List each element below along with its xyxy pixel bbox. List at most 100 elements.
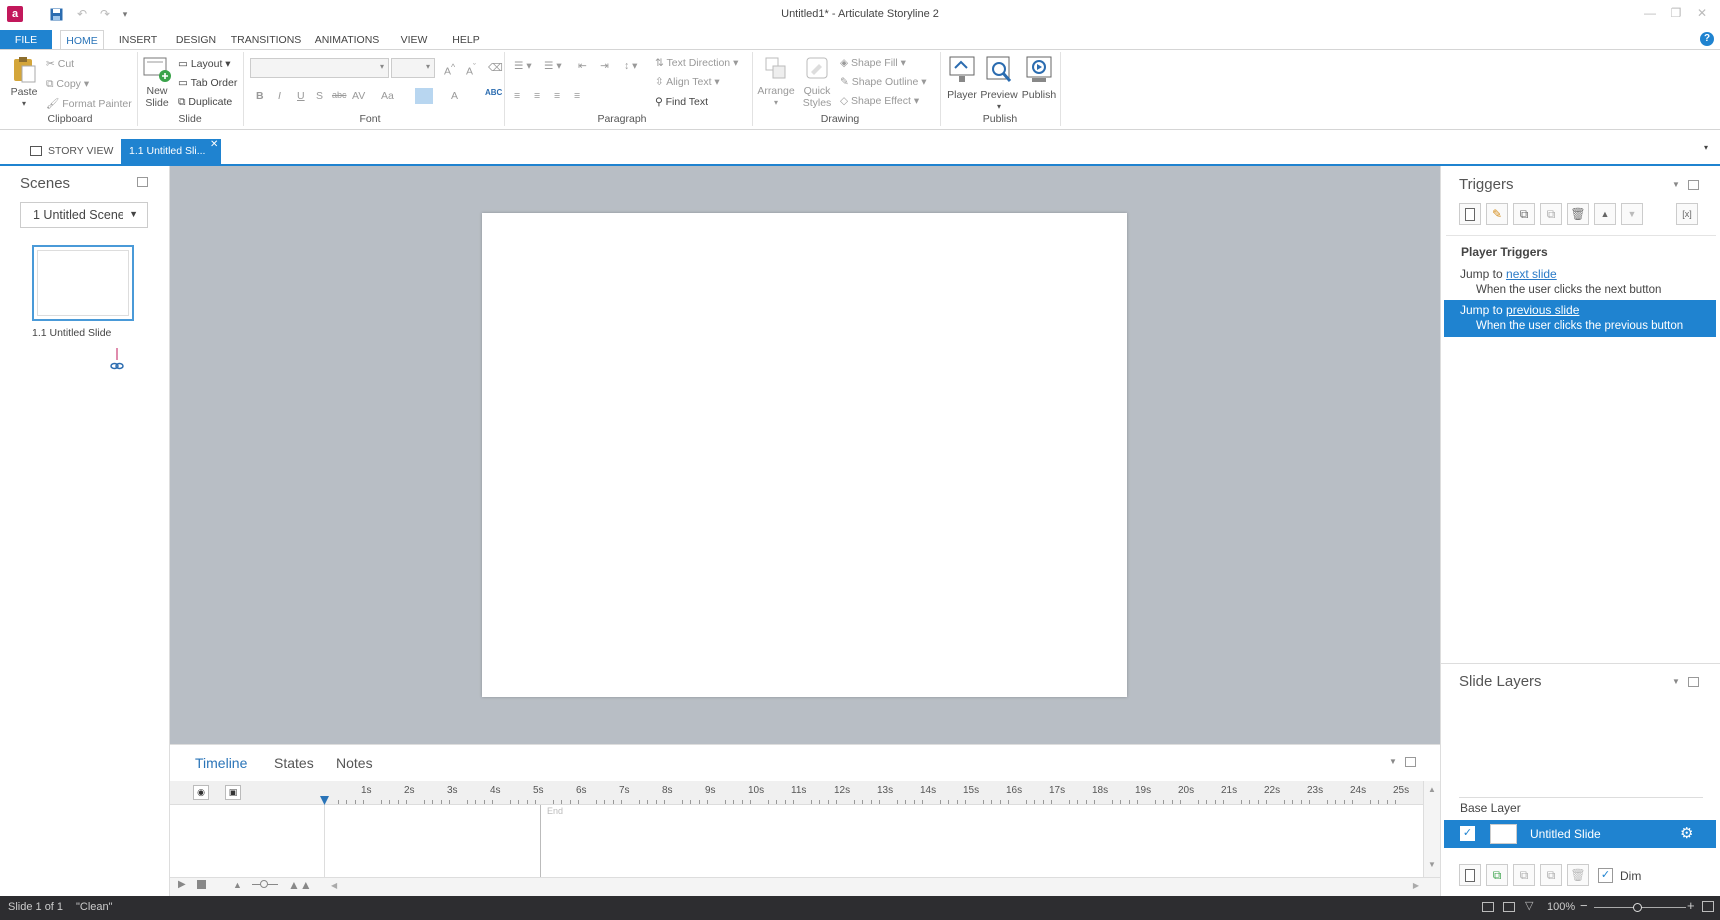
cut-button[interactable]: ✂ Cut [46,58,74,70]
paste-dropdown-icon[interactable]: ▾ [8,98,40,110]
close-tab-icon[interactable]: ✕ [210,139,218,150]
zoom-out-button[interactable]: − [1580,898,1588,913]
slide-thumbnail[interactable] [32,245,134,321]
trigger-target-link[interactable]: next slide [1506,267,1557,281]
shrink-font-icon[interactable]: Aˇ [466,62,476,78]
underline-button[interactable]: U [297,90,305,102]
italic-button[interactable]: I [278,90,281,102]
eye-icon[interactable]: ◉ [193,785,209,800]
panel-restore-icon[interactable] [137,177,148,187]
numbering-icon[interactable]: ☰ ▾ [544,60,562,72]
tab-overflow-icon[interactable]: ▾ [1704,143,1708,152]
timeline-hscroll[interactable]: ◀ ▶ [327,879,1423,893]
align-right-icon[interactable]: ≡ [554,90,560,102]
slide-canvas[interactable] [482,213,1127,697]
move-up-button[interactable]: ▲ [1594,203,1616,225]
shape-effect-button[interactable]: ◇ Shape Effect ▾ [840,95,919,107]
close-icon[interactable]: ✕ [1692,6,1712,24]
copy-button[interactable]: ⧉ Copy ▾ [46,78,89,91]
states-tab[interactable]: States [274,755,314,771]
shape-outline-button[interactable]: ✎ Shape Outline ▾ [840,76,927,88]
variables-button[interactable]: [x] [1676,203,1698,225]
base-layer-row[interactable]: ✓ Untitled Slide ⚙ [1444,820,1716,848]
justify-icon[interactable]: ≡ [574,90,580,102]
grow-font-icon[interactable]: A^ [444,62,455,78]
maximize-icon[interactable]: ❐ [1666,6,1686,24]
tab-design[interactable]: DESIGN [172,30,220,50]
slide-view-icon[interactable] [1503,902,1515,912]
find-text-button[interactable]: ⚲ Find Text [655,96,708,108]
move-down-button[interactable]: ▼ [1621,203,1643,225]
tab-animations[interactable]: ANIMATIONS [312,30,382,50]
collapse-triggers-icon[interactable]: ▼ [1672,180,1680,189]
bullets-icon[interactable]: ☰ ▾ [514,60,532,72]
trigger-item-selected[interactable]: Jump to previous slide When the user cli… [1444,300,1716,337]
playhead[interactable] [320,796,329,805]
zoom-in-button[interactable]: + [1687,898,1695,913]
copy-layer-button[interactable]: ⧉ [1513,864,1535,886]
font-family-select[interactable]: ▾ [250,58,389,78]
play-icon[interactable]: ▶ [178,879,186,890]
delete-layer-button[interactable]: 🗑 [1567,864,1589,886]
stop-icon[interactable] [197,880,206,889]
change-case-button[interactable]: Aa [381,90,394,102]
layer-visibility-checkbox[interactable]: ✓ [1460,826,1475,841]
help-icon[interactable]: ? [1700,32,1714,46]
filter-icon[interactable]: ▽ [1525,899,1533,912]
quick-styles-button[interactable]: Quick Styles [800,56,834,109]
player-button[interactable]: Player [944,54,980,101]
zoom-out-icon[interactable]: ▲ [233,880,242,890]
tab-view[interactable]: VIEW [396,30,432,50]
story-view-icon[interactable] [1482,902,1494,912]
spell-check-button[interactable]: ABC [485,88,502,97]
duplicate-button[interactable]: ⧉ Duplicate [178,96,232,109]
character-spacing-button[interactable]: AV [352,90,365,102]
end-marker-line[interactable] [540,805,541,877]
text-direction-button[interactable]: ⇅ Text Direction ▾ [655,57,738,69]
align-text-button[interactable]: ⇳ Align Text ▾ [655,76,720,88]
timeline-vscroll[interactable]: ▲ ▼ [1423,781,1440,877]
decrease-indent-icon[interactable]: ⇤ [578,60,587,72]
zoom-in-icon[interactable]: ▲▲ [288,878,312,892]
delete-trigger-button[interactable]: 🗑 [1567,203,1589,225]
story-view-tab[interactable]: STORY VIEW [22,139,121,164]
paste-layer-button[interactable]: ⧉ [1540,864,1562,886]
tab-insert[interactable]: INSERT [114,30,162,50]
dim-checkbox[interactable]: ✓ [1598,868,1613,883]
minimize-icon[interactable]: — [1640,6,1660,24]
fit-to-window-icon[interactable] [1702,901,1714,912]
tab-order-button[interactable]: ▭ Tab Order [178,77,237,89]
paste-button[interactable]: Paste ▾ [8,55,40,113]
tab-home[interactable]: HOME [60,30,104,50]
tab-file[interactable]: FILE [0,30,52,50]
trigger-target-link[interactable]: previous slide [1506,303,1579,317]
panel-restore-icon[interactable] [1688,180,1699,190]
edit-trigger-button[interactable]: ✎ [1486,203,1508,225]
align-center-icon[interactable]: ≡ [534,90,540,102]
slide-tab[interactable]: 1.1 Untitled Sli... [121,139,221,164]
font-color-button[interactable]: A [451,90,458,102]
clear-format-icon[interactable]: ⌫ [488,62,503,74]
strikethrough-button[interactable]: abc [332,90,347,100]
tab-transitions[interactable]: TRANSITIONS [228,30,304,50]
shadow-button[interactable]: S [316,90,323,102]
new-layer-button[interactable] [1459,864,1481,886]
line-spacing-icon[interactable]: ↕ ▾ [624,60,637,72]
panel-restore-icon[interactable] [1405,757,1416,767]
align-left-icon[interactable]: ≡ [514,90,520,102]
panel-restore-icon[interactable] [1688,677,1699,687]
slide-link-icon[interactable] [110,348,124,372]
tab-help[interactable]: HELP [448,30,484,50]
publish-button[interactable]: Publish [1020,54,1058,101]
zoom-slider[interactable] [252,880,278,888]
shape-fill-button[interactable]: ◈ Shape Fill ▾ [840,57,906,69]
timeline-tab[interactable]: Timeline [195,755,247,771]
zoom-slider-thumb[interactable] [1633,903,1642,912]
lock-icon[interactable]: ▣ [225,785,241,800]
trigger-item[interactable]: Jump to next slide When the user clicks … [1444,264,1716,300]
preview-button[interactable]: Preview ▾ [980,54,1018,113]
notes-tab[interactable]: Notes [336,755,373,771]
scene-dropdown[interactable]: 1 Untitled Scene ▼ [20,202,148,228]
layer-properties-button[interactable]: ⧉ [1486,864,1508,886]
collapse-layers-icon[interactable]: ▼ [1672,677,1680,686]
